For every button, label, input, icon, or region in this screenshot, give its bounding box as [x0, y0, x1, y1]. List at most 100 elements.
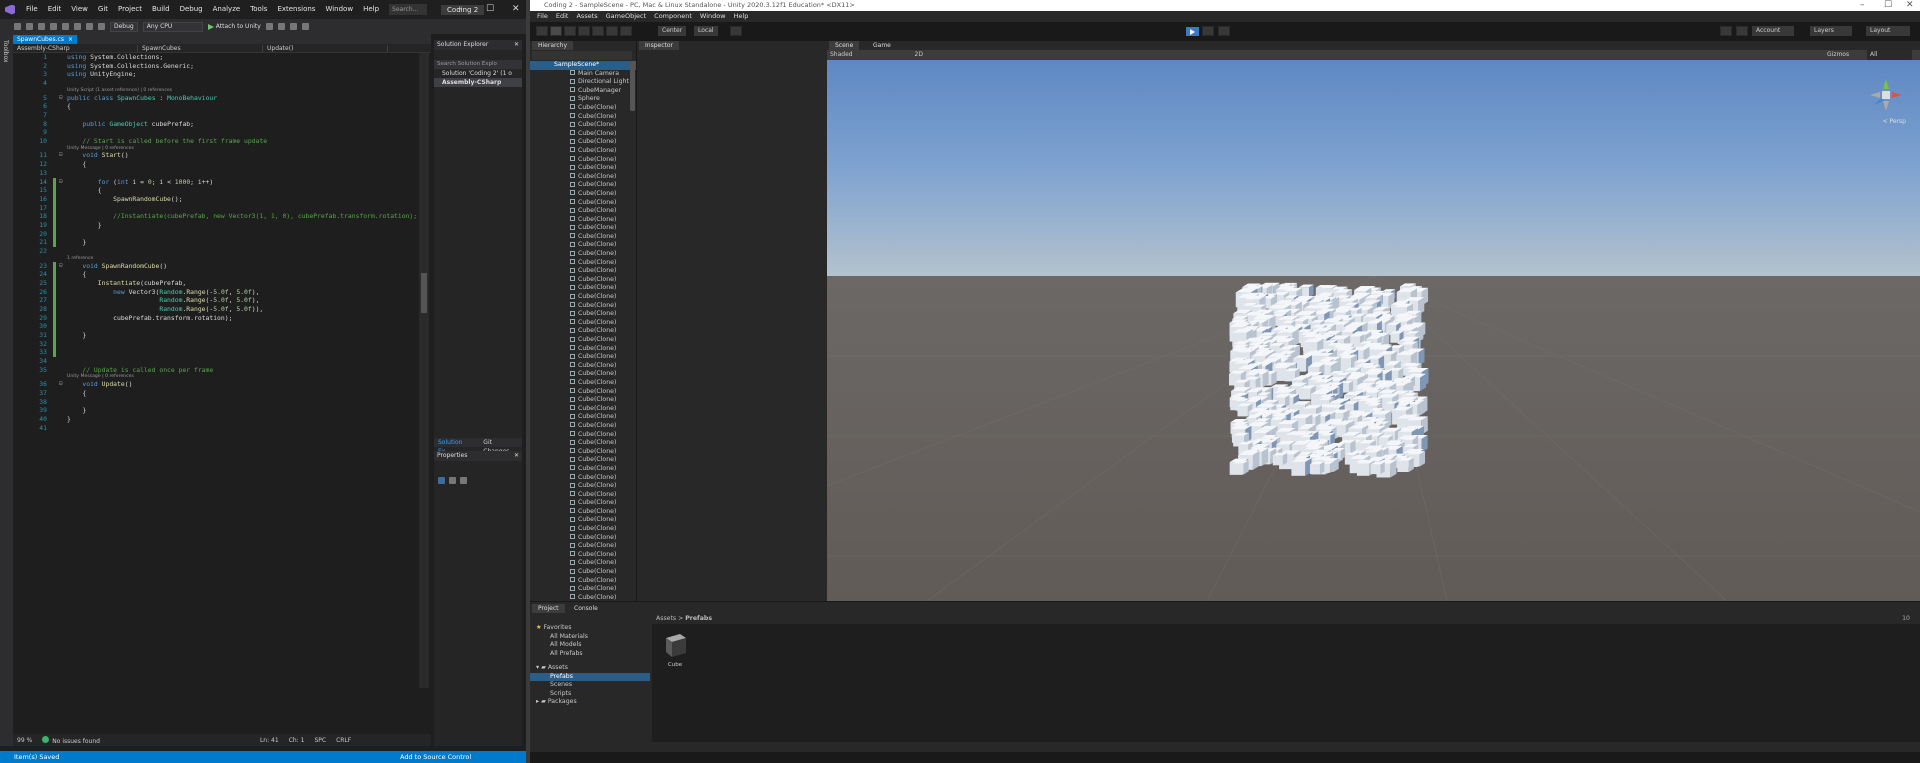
- alphabetical-icon[interactable]: [449, 477, 456, 484]
- fav-all-materials[interactable]: All Materials: [530, 633, 650, 642]
- visual-studio-logo-icon[interactable]: [5, 4, 15, 15]
- hierarchy-item-clone[interactable]: Cube(Clone): [530, 293, 636, 302]
- code-line[interactable]: 34: [13, 357, 431, 366]
- code-line[interactable]: 29 cubePrefab.transform.rotation);: [13, 313, 431, 323]
- menu-tools[interactable]: Tools: [245, 0, 272, 19]
- tab-scene[interactable]: Scene: [829, 41, 860, 50]
- hierarchy-item-clone[interactable]: Cube(Clone): [530, 241, 636, 250]
- attach-to-unity-button[interactable]: Attach to Unity: [207, 23, 261, 30]
- new-file-icon[interactable]: [38, 23, 45, 30]
- projection-label[interactable]: < Persp: [1883, 118, 1906, 125]
- tab-git-changes[interactable]: Git Changes: [479, 438, 522, 455]
- code-line[interactable]: 37 {: [13, 389, 431, 398]
- move-tool-icon[interactable]: [550, 26, 562, 36]
- fold-toggle-icon[interactable]: ⊟: [59, 262, 63, 271]
- code-line[interactable]: 9: [13, 128, 431, 137]
- code-line[interactable]: 36 ⊟ void Update(): [13, 380, 431, 389]
- solution-search-input[interactable]: Search Solution Explo: [434, 60, 522, 69]
- configuration-dropdown[interactable]: Debug: [110, 21, 138, 32]
- code-line[interactable]: 21 }: [13, 238, 431, 248]
- hierarchy-item-clone[interactable]: Cube(Clone): [530, 327, 636, 336]
- hierarchy-item-clone[interactable]: Cube(Clone): [530, 499, 636, 508]
- gizmos-dropdown[interactable]: Gizmos: [1827, 50, 1849, 60]
- hierarchy-item-clone[interactable]: Cube(Clone): [530, 233, 636, 242]
- code-line[interactable]: 15 {: [13, 186, 431, 195]
- platform-dropdown[interactable]: Any CPU: [142, 21, 203, 32]
- toolbar-icon-a[interactable]: [265, 23, 273, 30]
- code-line[interactable]: 4: [13, 79, 431, 88]
- pivot-local-toggle[interactable]: Local: [694, 26, 718, 36]
- scene-orientation-gizmo[interactable]: [1866, 75, 1906, 117]
- code-line[interactable]: 2 using System.Collections.Generic;: [13, 62, 431, 71]
- hierarchy-item-clone[interactable]: Cube(Clone): [530, 474, 636, 483]
- u-menu-help[interactable]: Help: [730, 11, 753, 22]
- hierarchy-item-clone[interactable]: Cube(Clone): [530, 216, 636, 225]
- scale-tool-icon[interactable]: [578, 26, 590, 36]
- class-dropdown[interactable]: SpawnCubes: [138, 44, 263, 52]
- hierarchy-item-clone[interactable]: Cube(Clone): [530, 173, 636, 182]
- u-menu-gameobject[interactable]: GameObject: [602, 11, 651, 22]
- code-line[interactable]: 5 ⊟ public class SpawnCubes : MonoBehaviou…: [13, 94, 431, 103]
- hierarchy-item-clone[interactable]: Cube(Clone): [530, 534, 636, 543]
- hierarchy-item-clone[interactable]: Cube(Clone): [530, 310, 636, 319]
- code-line[interactable]: 10 // Start is called before the first f…: [13, 137, 431, 146]
- hierarchy-item-clone[interactable]: Cube(Clone): [530, 585, 636, 594]
- play-button[interactable]: [1186, 27, 1199, 36]
- open-icon[interactable]: [50, 23, 57, 30]
- favorites-folder[interactable]: ★ Favorites: [530, 624, 650, 633]
- hierarchy-item-clone[interactable]: Cube(Clone): [530, 542, 636, 551]
- hierarchy-item-clone[interactable]: Cube(Clone): [530, 551, 636, 560]
- code-line[interactable]: 19 }: [13, 220, 431, 230]
- menu-edit[interactable]: Edit: [43, 0, 67, 19]
- tab-game[interactable]: Game: [867, 41, 897, 50]
- pause-button[interactable]: [1202, 26, 1214, 36]
- hierarchy-item-clone[interactable]: Cube(Clone): [530, 379, 636, 388]
- breadcrumb-current[interactable]: Prefabs: [685, 615, 712, 622]
- hierarchy-item-clone[interactable]: Cube(Clone): [530, 422, 636, 431]
- minimize-icon[interactable]: –: [1860, 0, 1865, 10]
- close-icon[interactable]: ✕: [512, 4, 520, 14]
- close-icon[interactable]: ✕: [514, 40, 519, 50]
- hierarchy-item-clone[interactable]: Cube(Clone): [530, 113, 636, 122]
- scene-viewport[interactable]: < Persp: [827, 60, 1920, 601]
- tab-console[interactable]: Console: [568, 604, 604, 613]
- undo-icon[interactable]: [86, 23, 93, 30]
- u-menu-file[interactable]: File: [533, 11, 552, 22]
- custom-tool-icon[interactable]: [620, 26, 632, 36]
- hierarchy-item-clone[interactable]: Cube(Clone): [530, 508, 636, 517]
- tab-hierarchy[interactable]: Hierarchy: [532, 41, 574, 50]
- hierarchy-item-clone[interactable]: Cube(Clone): [530, 130, 636, 139]
- hierarchy-item-clone[interactable]: Cube(Clone): [530, 302, 636, 311]
- hierarchy-item-clone[interactable]: Cube(Clone): [530, 164, 636, 173]
- fold-toggle-icon[interactable]: ⊟: [59, 380, 63, 389]
- hierarchy-scene-root[interactable]: SampleScene*: [530, 61, 636, 70]
- code-area[interactable]: 1 using System.Collections; 2 using System.…: [13, 53, 431, 695]
- code-line[interactable]: 3 using UnityEngine;: [13, 70, 431, 79]
- hierarchy-item-clone[interactable]: Cube(Clone): [530, 199, 636, 208]
- layout-dropdown[interactable]: Layout: [1866, 26, 1910, 36]
- hierarchy-item-clone[interactable]: Cube(Clone): [530, 104, 636, 113]
- hierarchy-item-clone[interactable]: Cube(Clone): [530, 491, 636, 500]
- redo-icon[interactable]: [98, 23, 105, 30]
- tab-solution-explorer[interactable]: Solution Ex...: [434, 438, 479, 455]
- code-line[interactable]: 41: [13, 424, 431, 433]
- code-line[interactable]: 30: [13, 322, 431, 332]
- hierarchy-item-clone[interactable]: Cube(Clone): [530, 121, 636, 130]
- maximize-icon[interactable]: ☐: [1884, 0, 1892, 10]
- save-all-icon[interactable]: [74, 23, 81, 30]
- folder-scripts[interactable]: Scripts: [530, 690, 650, 699]
- hierarchy-item-clone[interactable]: Cube(Clone): [530, 516, 636, 525]
- code-line[interactable]: 1 using System.Collections;: [13, 53, 431, 62]
- fav-all-models[interactable]: All Models: [530, 641, 650, 650]
- add-to-source-control[interactable]: Add to Source Control: [400, 751, 471, 763]
- code-line[interactable]: 31 }: [13, 331, 431, 340]
- code-line[interactable]: 11 ⊟ void Start(): [13, 151, 431, 160]
- categorized-icon[interactable]: [438, 477, 445, 484]
- solution-node[interactable]: Solution 'Coding 2' (1 o: [434, 69, 522, 78]
- collab-icon[interactable]: [1720, 26, 1732, 36]
- code-line[interactable]: 6{: [13, 102, 431, 111]
- hierarchy-item-clone[interactable]: Cube(Clone): [530, 190, 636, 199]
- maximize-icon[interactable]: ☐: [486, 4, 494, 14]
- toolbar-icon-b[interactable]: [277, 23, 285, 30]
- line-ending[interactable]: CRLF: [336, 737, 351, 744]
